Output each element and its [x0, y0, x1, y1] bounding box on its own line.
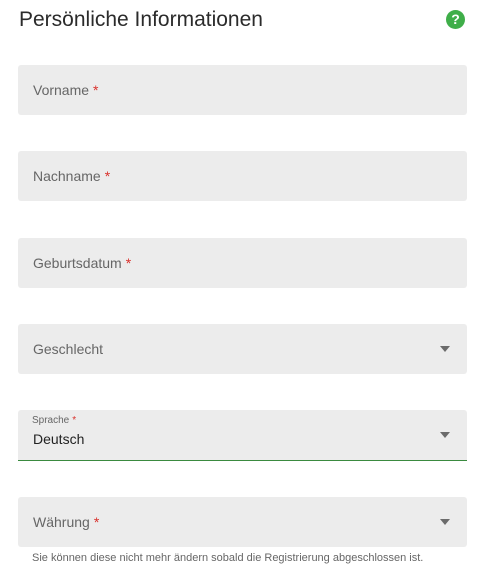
required-marker: * — [93, 514, 100, 530]
required-marker: * — [72, 415, 77, 426]
gender-label: Geschlecht — [33, 341, 104, 357]
page-title: Persönliche Informationen — [19, 8, 263, 31]
language-value: Deutsch — [33, 431, 85, 447]
chevron-down-icon — [440, 519, 450, 525]
currency-label: Währung * — [33, 514, 100, 530]
help-icon[interactable]: ? — [446, 10, 465, 29]
gender-select[interactable]: Geschlecht — [18, 324, 467, 374]
first-name-label: Vorname * — [33, 82, 99, 98]
required-marker: * — [104, 168, 111, 184]
chevron-down-icon — [440, 432, 450, 438]
required-marker: * — [125, 255, 132, 271]
last-name-field[interactable]: Nachname * — [18, 151, 467, 201]
chevron-down-icon — [440, 346, 450, 352]
birthdate-label: Geburtsdatum * — [33, 255, 132, 271]
required-marker: * — [93, 82, 99, 98]
birthdate-field[interactable]: Geburtsdatum * — [18, 238, 467, 288]
language-select[interactable]: Sprache * Deutsch — [18, 410, 467, 461]
language-label: Sprache * — [32, 415, 77, 426]
currency-select[interactable]: Währung * — [18, 497, 467, 547]
first-name-field[interactable]: Vorname * — [18, 65, 467, 115]
last-name-label: Nachname * — [33, 168, 111, 184]
currency-hint: Sie können diese nicht mehr ändern sobal… — [32, 552, 424, 564]
